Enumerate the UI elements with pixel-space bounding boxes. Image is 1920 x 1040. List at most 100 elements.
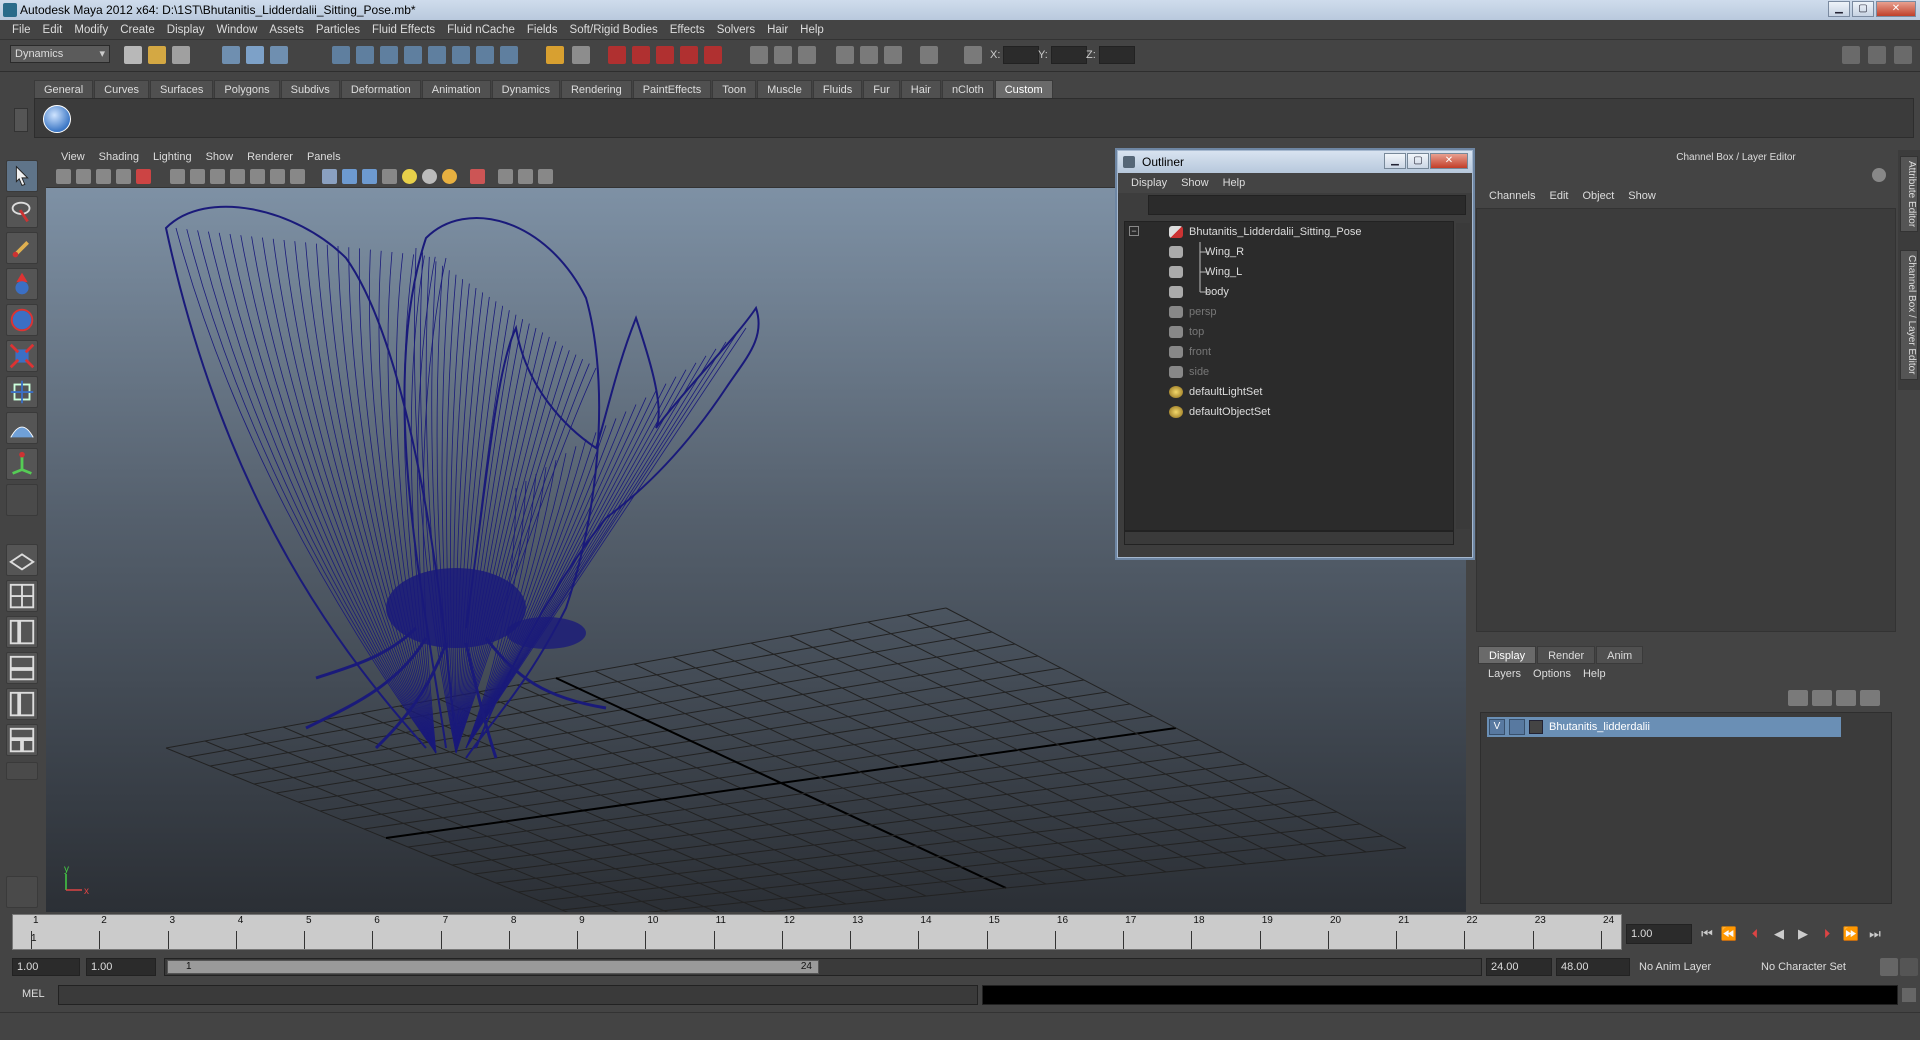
step-forward-frame-icon[interactable]: ⏩ [1842,926,1860,942]
gate-mask-icon[interactable] [230,169,245,184]
outliner-item-body[interactable]: body [1125,282,1453,302]
show-attribute-editor-icon[interactable] [1842,46,1860,64]
shelf-tab-toon[interactable]: Toon [712,80,757,98]
range-slider[interactable]: 1 24 [164,958,1482,976]
viewport-menu-renderer[interactable]: Renderer [240,151,300,163]
two-d-pan-zoom-icon[interactable] [136,169,151,184]
save-scene-icon[interactable] [172,46,190,64]
camera-attributes-icon[interactable] [76,169,91,184]
shelf-tab-dynamics[interactable]: Dynamics [491,80,560,98]
y-input[interactable] [1050,46,1087,64]
layer-tab-anim[interactable]: Anim [1596,646,1644,664]
tool-settings-toggle-icon[interactable] [836,46,854,64]
shelf-tab-polygons[interactable]: Polygons [214,80,280,98]
outliner-item-default-light-set[interactable]: defaultLightSet [1125,382,1453,402]
xray-icon[interactable] [470,169,485,184]
outliner-item-front[interactable]: front [1125,342,1453,362]
select-mask-icon[interactable] [572,46,590,64]
absolute-transform-icon[interactable] [964,46,982,64]
outliner-item-group[interactable]: − Bhutanitis_Lidderdalii_Sitting_Pose [1125,222,1453,242]
viewport-menu-show[interactable]: Show [199,151,241,163]
menu-fluid-effects[interactable]: Fluid Effects [366,24,441,36]
channel-box-toggle-icon[interactable] [860,46,878,64]
outliner-item-side[interactable]: side [1125,362,1453,382]
persp-graph-layout-icon[interactable] [6,652,38,684]
xray-active-components-icon[interactable] [538,169,553,184]
help-icon[interactable] [500,46,518,64]
outliner-item-persp[interactable]: persp [1125,302,1453,322]
persp-outliner-layout-icon[interactable] [6,616,38,648]
select-component-icon[interactable] [270,46,288,64]
step-back-frame-icon[interactable]: ⏪ [1720,926,1738,942]
hypershade-icon[interactable] [680,46,698,64]
shelf-tab-surfaces[interactable]: Surfaces [149,80,214,98]
four-view-layout-icon[interactable] [6,580,38,612]
viewport-menu-lighting[interactable]: Lighting [146,151,199,163]
shelf-menu-icon[interactable] [14,108,28,132]
layer-visibility-toggle[interactable]: V [1489,719,1505,735]
menu-effects[interactable]: Effects [664,24,711,36]
layer-tab-display[interactable]: Display [1478,646,1537,664]
outliner-horizontal-scrollbar[interactable] [1124,531,1454,545]
move-tool-icon[interactable] [6,268,38,300]
wireframe-on-shaded-icon[interactable] [362,169,377,184]
hypershade-persp-layout-icon[interactable] [6,688,38,720]
menu-soft-rigid-bodies[interactable]: Soft/Rigid Bodies [564,24,664,36]
safe-title-icon[interactable] [290,169,305,184]
shelf-tab-painteffects[interactable]: PaintEffects [632,80,712,98]
show-hide-icon[interactable] [774,46,792,64]
z-input[interactable] [1098,46,1135,64]
ipr-render-icon[interactable] [632,46,650,64]
viewport-menu-panels[interactable]: Panels [300,151,348,163]
step-forward-key-icon[interactable]: ⏵ [1818,926,1836,942]
channel-box-help-icon[interactable] [1872,168,1886,182]
layer-menu-layers[interactable]: Layers [1482,668,1527,680]
menu-fields[interactable]: Fields [521,24,564,36]
attribute-editor-tab[interactable]: Attribute Editor [1900,156,1918,233]
viewport-menu-shading[interactable]: Shading [92,151,146,163]
outliner-menu-help[interactable]: Help [1216,177,1253,189]
field-chart-icon[interactable] [250,169,265,184]
outliner-icon[interactable] [476,46,494,64]
menu-modify[interactable]: Modify [68,24,114,36]
menu-edit[interactable]: Edit [37,24,69,36]
show-channel-box-icon[interactable] [1894,46,1912,64]
menu-hair[interactable]: Hair [761,24,794,36]
shelf-tab-general[interactable]: General [34,80,94,98]
channel-box-menu-edit[interactable]: Edit [1542,190,1575,202]
render-current-frame-icon[interactable] [608,46,626,64]
custom-checkmark-icon[interactable] [43,105,71,133]
x-input[interactable] [1003,46,1040,64]
shelf-tab-muscle[interactable]: Muscle [757,80,812,98]
move-layer-up-icon[interactable] [1788,690,1808,706]
snap-view-plane-icon[interactable] [404,46,422,64]
snap-grid-icon[interactable] [332,46,350,64]
textured-icon[interactable] [382,169,397,184]
layer-playback-toggle[interactable] [1509,719,1525,735]
select-object-icon[interactable] [246,46,264,64]
outliner-menu-display[interactable]: Display [1124,177,1174,189]
create-layer-from-selected-icon[interactable] [1860,690,1880,706]
layer-menu-options[interactable]: Options [1527,668,1577,680]
outliner-item-wing-r[interactable]: Wing_R [1125,242,1453,262]
outliner-close-button[interactable]: ✕ [1430,153,1468,169]
last-tool-icon[interactable] [6,484,38,516]
outliner-item-wing-l[interactable]: Wing_L [1125,262,1453,282]
outliner-maximize-button[interactable]: ▢ [1407,153,1429,169]
menu-solvers[interactable]: Solvers [711,24,761,36]
menu-display[interactable]: Display [161,24,211,36]
transform-mode-icon[interactable] [920,46,938,64]
time-slider[interactable]: 1 2 3 4 5 6 7 8 9 10 11 12 13 14 15 16 17 18 19 20 21 22 23 24 … [12,914,1622,950]
menu-create[interactable]: Create [114,24,161,36]
layer-tab-render[interactable]: Render [1537,646,1596,664]
range-slider-handle[interactable]: 1 24 [167,960,819,974]
layer-editor-toggle-icon[interactable] [884,46,902,64]
safe-action-icon[interactable] [270,169,285,184]
outliner-item-top[interactable]: top [1125,322,1453,342]
go-to-start-icon[interactable]: ⏮ [1698,926,1716,942]
animation-preferences-icon[interactable] [1900,958,1918,976]
go-to-end-icon[interactable]: ⏭ [1866,926,1884,942]
open-scene-icon[interactable] [148,46,166,64]
input-line-icon[interactable] [750,46,768,64]
all-lights-icon[interactable] [422,169,437,184]
